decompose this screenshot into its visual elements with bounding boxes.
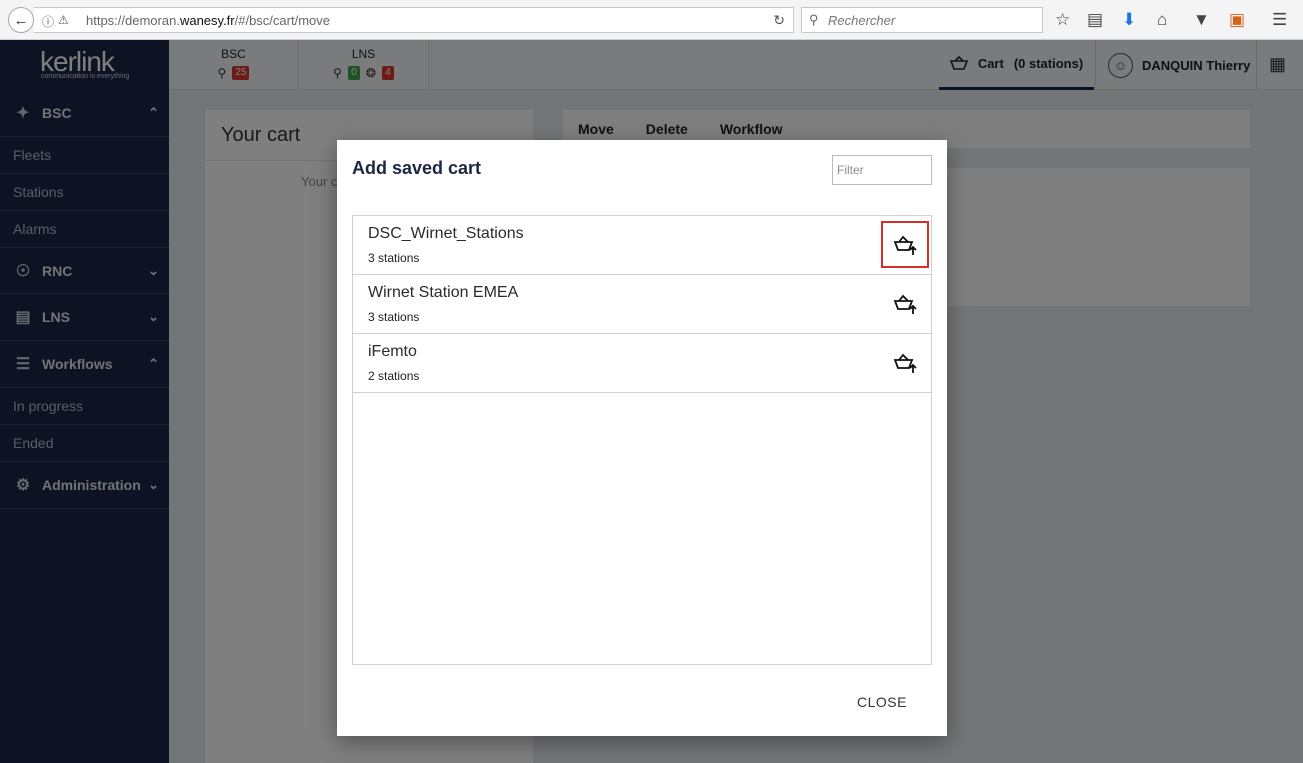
cart-station-count: 3 stations xyxy=(368,251,420,265)
dialog-title: Add saved cart xyxy=(352,158,482,178)
add-saved-cart-dialog: Add saved cart DSC_Wirnet_Stations 3 sta… xyxy=(337,140,947,736)
home-icon[interactable]: ⌂ xyxy=(1157,10,1167,30)
cart-name: DSC_Wirnet_Stations xyxy=(368,225,524,242)
back-arrow-icon: ← xyxy=(13,11,29,29)
load-cart-button[interactable] xyxy=(881,339,929,386)
browser-search-input[interactable]: ⚲ Rechercher xyxy=(801,7,1043,33)
bookmark-star-icon[interactable]: ☆ xyxy=(1055,10,1070,30)
list-item[interactable]: Wirnet Station EMEA 3 stations xyxy=(353,275,931,334)
filter-input[interactable] xyxy=(832,155,932,185)
cart-upload-icon xyxy=(893,294,917,314)
extension-icon[interactable]: ▣ xyxy=(1229,10,1245,30)
close-button[interactable]: CLOSE xyxy=(857,694,907,710)
menu-icon[interactable]: ☰ xyxy=(1272,10,1287,30)
browser-toolbar: ← ⓘ ⚠ https://demoran.wanesy.fr/#/bsc/ca… xyxy=(0,0,1303,40)
pocket-icon[interactable]: ▼ xyxy=(1193,10,1210,30)
cart-name: Wirnet Station EMEA xyxy=(368,284,519,301)
cart-upload-icon xyxy=(893,235,917,255)
search-icon: ⚲ xyxy=(809,12,819,27)
download-icon[interactable]: ⬇ xyxy=(1122,10,1136,30)
load-cart-button[interactable] xyxy=(881,280,929,327)
cart-station-count: 3 stations xyxy=(368,310,420,324)
cart-station-count: 2 stations xyxy=(368,369,420,383)
saved-cart-list: DSC_Wirnet_Stations 3 stations Wirnet St… xyxy=(352,215,932,665)
url-text: https://demoran.wanesy.fr/#/bsc/cart/mov… xyxy=(86,13,330,28)
reload-icon[interactable]: ↻ xyxy=(773,12,785,29)
list-item[interactable]: iFemto 2 stations xyxy=(353,334,931,393)
cart-upload-icon xyxy=(893,353,917,373)
back-button[interactable]: ← xyxy=(8,7,34,33)
url-bar[interactable]: ⓘ ⚠ https://demoran.wanesy.fr/#/bsc/cart… xyxy=(34,7,794,33)
lock-warning-icon[interactable]: ⚠ xyxy=(58,13,69,30)
load-cart-button[interactable] xyxy=(881,221,929,268)
cart-name: iFemto xyxy=(368,343,417,360)
list-item[interactable]: DSC_Wirnet_Stations 3 stations xyxy=(353,216,931,275)
reading-list-icon[interactable]: ▤ xyxy=(1087,10,1103,30)
info-icon[interactable]: ⓘ xyxy=(42,13,54,30)
